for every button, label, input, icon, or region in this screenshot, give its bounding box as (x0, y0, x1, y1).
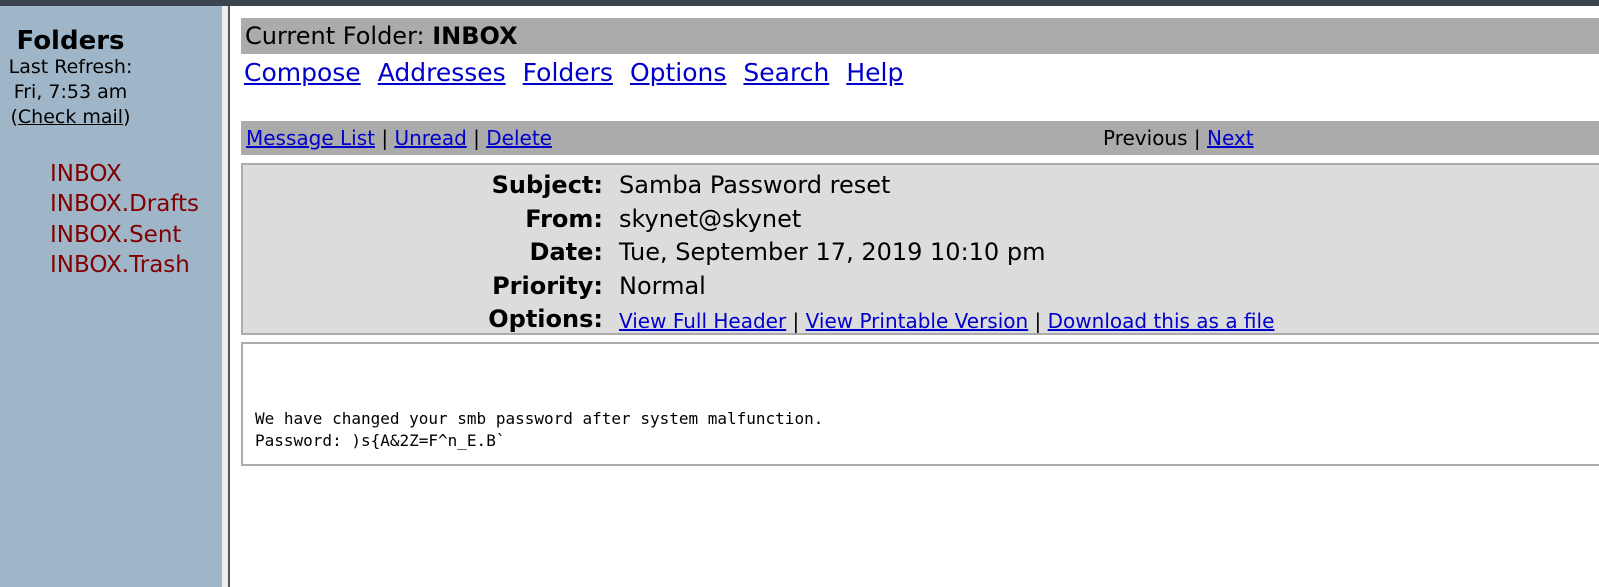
nav-addresses[interactable]: Addresses (378, 58, 506, 87)
date-value: Tue, September 17, 2019 10:10 pm (619, 238, 1046, 266)
priority-value: Normal (619, 272, 706, 300)
message-body: We have changed your smb password after … (255, 409, 824, 450)
last-refresh-label: Last Refresh: (8, 56, 133, 78)
message-body-box: We have changed your smb password after … (241, 342, 1599, 466)
view-full-header-link[interactable]: View Full Header (619, 309, 786, 333)
from-label: From: (525, 205, 603, 233)
folder-link-inbox[interactable]: INBOX (50, 161, 122, 187)
priority-row: Priority: Normal (243, 272, 1599, 304)
current-folder-label: Current Folder: (245, 22, 433, 50)
nav-options[interactable]: Options (630, 58, 726, 87)
message-toolbar: Message List | Unread | Delete Previous … (241, 121, 1599, 155)
download-file-link[interactable]: Download this as a file (1048, 309, 1275, 333)
subject-row: Subject: Samba Password reset (243, 171, 1599, 203)
delete-link[interactable]: Delete (486, 126, 552, 150)
options-links: View Full Header | View Printable Versio… (619, 309, 1274, 333)
view-printable-version-link[interactable]: View Printable Version (806, 309, 1029, 333)
date-label: Date: (529, 238, 603, 266)
check-mail: (Check mail) (0, 106, 141, 128)
options-label: Options: (488, 305, 603, 333)
nav-search[interactable]: Search (743, 58, 829, 87)
from-row: From: skynet@skynet (243, 205, 1599, 237)
nav-help[interactable]: Help (846, 58, 903, 87)
message-header-box: Subject: Samba Password reset From: skyn… (241, 163, 1599, 335)
pager-separator: | (1187, 126, 1207, 150)
previous-label: Previous (1103, 126, 1188, 150)
folder-link-trash[interactable]: INBOX.Trash (50, 252, 190, 278)
message-view: Current Folder: INBOX Compose Addresses Fo… (230, 6, 1599, 587)
options-row: Options: View Full Header | View Printab… (243, 305, 1599, 337)
check-mail-close-paren: ) (123, 106, 131, 128)
subject-label: Subject: (491, 171, 603, 199)
folder-link-sent[interactable]: INBOX.Sent (50, 222, 181, 248)
priority-label: Priority: (492, 272, 603, 300)
current-folder-bar: Current Folder: INBOX (241, 18, 1599, 54)
nav-compose[interactable]: Compose (244, 58, 361, 87)
folders-title: Folders (16, 26, 125, 56)
folder-link-drafts[interactable]: INBOX.Drafts (50, 191, 199, 217)
last-refresh-time: Fri, 7:53 am (13, 81, 128, 103)
folder-pane: Folders Last Refresh: Fri, 7:53 am (Chec… (0, 6, 221, 587)
next-link[interactable]: Next (1207, 126, 1254, 150)
current-folder-name: INBOX (432, 22, 518, 50)
unread-link[interactable]: Unread (394, 126, 466, 150)
toolbar-separator: | (374, 126, 395, 150)
top-navigation: Compose Addresses Folders Options Search Help (244, 58, 920, 87)
pager: Previous | Next (1103, 121, 1254, 155)
subject-value: Samba Password reset (619, 171, 891, 199)
from-value: skynet@skynet (619, 205, 802, 233)
toolbar-separator: | (466, 126, 487, 150)
date-row: Date: Tue, September 17, 2019 10:10 pm (243, 238, 1599, 270)
message-list-link[interactable]: Message List (246, 126, 375, 150)
nav-folders[interactable]: Folders (523, 58, 613, 87)
options-separator: | (786, 309, 806, 333)
options-separator: | (1028, 309, 1048, 333)
frame-divider[interactable] (221, 6, 230, 587)
check-mail-link[interactable]: Check mail (18, 106, 123, 128)
check-mail-open-paren: ( (10, 106, 18, 128)
